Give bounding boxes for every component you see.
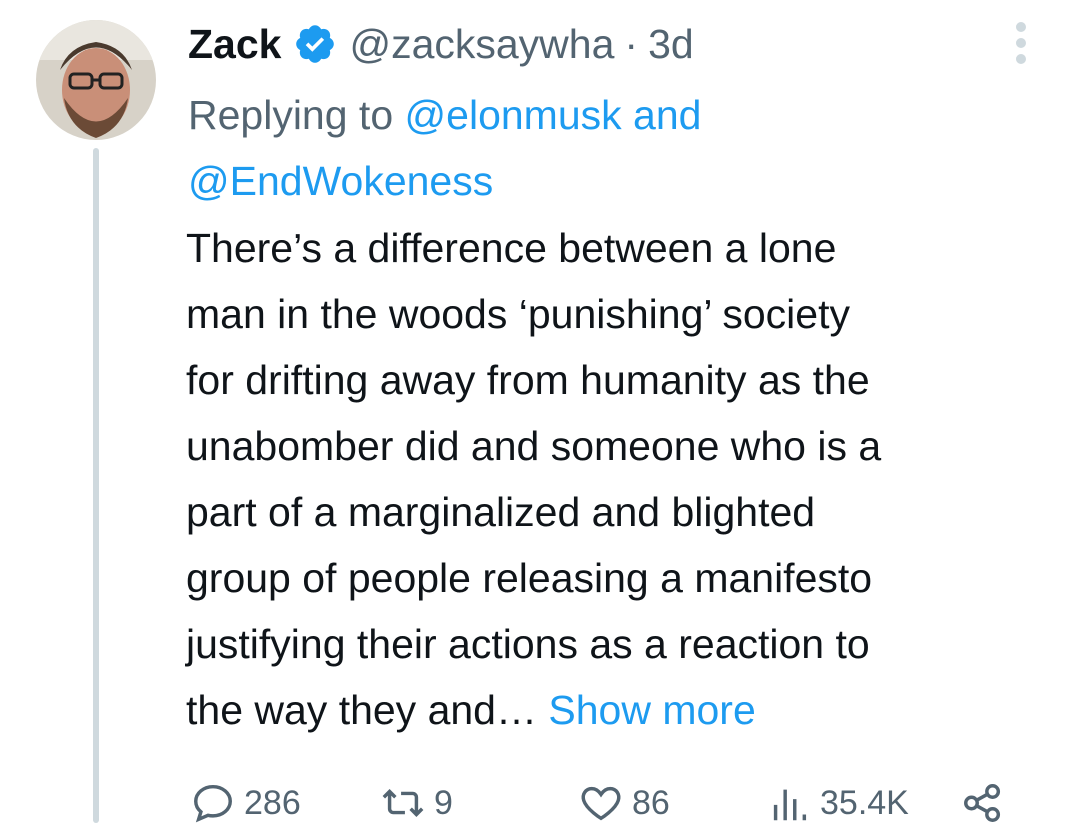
tweet-time[interactable]: 3d xyxy=(648,21,694,68)
share-icon xyxy=(964,784,1001,822)
reply-icon xyxy=(194,784,232,823)
retweet-button[interactable]: 9 xyxy=(380,778,453,828)
tweet-text-line: the way they and… xyxy=(186,687,537,733)
tweet-header: Zack @zacksaywha · 3d xyxy=(188,18,694,70)
author-name[interactable]: Zack xyxy=(188,21,281,68)
views-chart-icon xyxy=(773,789,807,821)
replying-to: Replying to @elonmusk and @EndWokeness xyxy=(188,82,1048,214)
mention-elonmusk[interactable]: @elonmusk xyxy=(405,92,622,138)
views-button[interactable]: 35.4K xyxy=(766,778,909,828)
tweet-text-line: man in the woods ‘punishing’ society xyxy=(186,291,850,337)
replying-prefix: Replying to xyxy=(188,92,394,138)
share-button[interactable] xyxy=(960,778,1014,828)
thread-line xyxy=(93,148,99,823)
verified-badge-icon xyxy=(293,22,337,66)
mention-conjunction[interactable]: and xyxy=(633,92,701,138)
tweet-text-line: unabomber did and someone who is a xyxy=(186,423,882,469)
more-options-icon[interactable] xyxy=(1011,20,1031,66)
show-more-link[interactable]: Show more xyxy=(548,687,755,733)
tweet-text-line: justifying their actions as a reaction t… xyxy=(186,621,870,667)
heart-icon xyxy=(581,786,621,821)
tweet-text-line: part of a marginalized and blighted xyxy=(186,489,816,535)
tweet-text-line: for drifting away from humanity as the xyxy=(186,357,870,403)
author-handle[interactable]: @zacksaywha xyxy=(349,21,614,68)
tweet-actions: 286 9 86 35.4K xyxy=(0,778,1080,828)
reply-button[interactable]: 286 xyxy=(190,778,301,828)
separator-dot: · xyxy=(624,20,639,67)
tweet-last-line: the way they and… Show more xyxy=(186,677,1056,743)
avatar[interactable] xyxy=(36,20,156,140)
retweet-icon xyxy=(382,789,424,817)
tweet-text-line: group of people releasing a manifesto xyxy=(186,555,873,601)
mention-endwokeness[interactable]: @EndWokeness xyxy=(188,158,493,204)
tweet-text-line: There’s a difference between a lone xyxy=(186,225,837,271)
tweet-body: There’s a difference between a lone man … xyxy=(186,215,1056,743)
like-button[interactable]: 86 xyxy=(578,778,670,828)
